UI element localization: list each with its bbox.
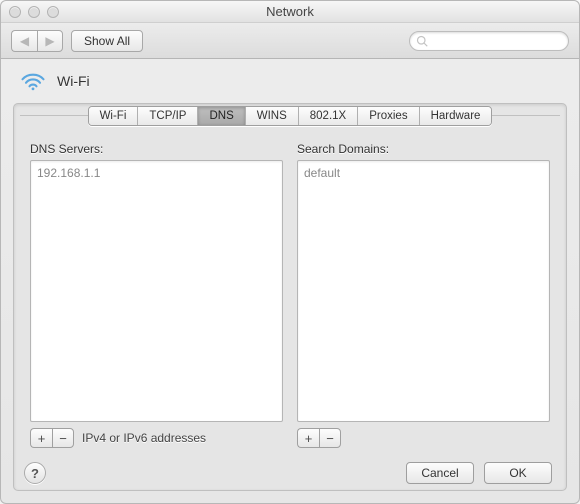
tab-wifi[interactable]: Wi-Fi (89, 107, 139, 125)
ok-label: OK (509, 466, 526, 480)
dns-servers-column: DNS Servers: 192.168.1.1 + − IPv4 or IPv… (30, 142, 283, 448)
cancel-label: Cancel (421, 466, 458, 480)
search-domains-addremove: + − (297, 428, 341, 448)
settings-panel: Wi-Fi TCP/IP DNS WINS 802.1X Proxies Har… (13, 103, 567, 491)
add-search-domain-button[interactable]: + (297, 428, 319, 448)
minus-icon: − (59, 432, 67, 445)
tab-label: DNS (209, 110, 233, 122)
tab-dns[interactable]: DNS (198, 107, 245, 125)
show-all-button[interactable]: Show All (71, 30, 143, 52)
interface-header: Wi-Fi (1, 59, 579, 97)
tabs: Wi-Fi TCP/IP DNS WINS 802.1X Proxies Har… (88, 106, 493, 126)
dns-tab-content: DNS Servers: 192.168.1.1 + − IPv4 or IPv… (14, 126, 566, 456)
remove-dns-server-button[interactable]: − (52, 428, 74, 448)
search-domains-list[interactable]: default (297, 160, 550, 422)
forward-button[interactable]: ▶ (37, 30, 63, 52)
dns-servers-hint: IPv4 or IPv6 addresses (82, 431, 206, 445)
remove-search-domain-button[interactable]: − (319, 428, 341, 448)
cancel-button[interactable]: Cancel (406, 462, 474, 484)
add-dns-server-button[interactable]: + (30, 428, 52, 448)
dns-servers-list[interactable]: 192.168.1.1 (30, 160, 283, 422)
tab-label: Hardware (431, 110, 481, 122)
tabs-bar: Wi-Fi TCP/IP DNS WINS 802.1X Proxies Har… (14, 104, 566, 126)
search-domains-column: Search Domains: default + − (297, 142, 550, 448)
search-domains-label: Search Domains: (297, 142, 550, 156)
interface-name: Wi-Fi (57, 73, 90, 89)
panel-bottom-bar: ? Cancel OK (14, 456, 566, 490)
list-item[interactable]: 192.168.1.1 (37, 165, 276, 181)
tab-proxies[interactable]: Proxies (358, 107, 419, 125)
action-buttons: Cancel OK (406, 462, 552, 484)
plus-icon: + (38, 432, 46, 445)
help-icon: ? (31, 466, 39, 481)
search-icon (416, 35, 428, 47)
titlebar: Network (1, 1, 579, 23)
toolbar: ◀ ▶ Show All (1, 23, 579, 59)
show-all-label: Show All (84, 34, 130, 48)
tab-8021x[interactable]: 802.1X (299, 107, 358, 125)
minus-icon: − (326, 432, 334, 445)
ok-button[interactable]: OK (484, 462, 552, 484)
tab-label: Proxies (369, 110, 407, 122)
back-button[interactable]: ◀ (11, 30, 37, 52)
window-title: Network (1, 4, 579, 19)
search-field[interactable] (409, 31, 569, 51)
tab-tcpip[interactable]: TCP/IP (138, 107, 198, 125)
search-domains-footer: + − (297, 422, 550, 448)
tab-hardware[interactable]: Hardware (420, 107, 492, 125)
preferences-window: Network ◀ ▶ Show All Wi-Fi (0, 0, 580, 504)
plus-icon: + (305, 432, 313, 445)
tab-label: 802.1X (310, 110, 346, 122)
dns-servers-addremove: + − (30, 428, 74, 448)
list-item[interactable]: default (304, 165, 543, 181)
tab-wins[interactable]: WINS (246, 107, 299, 125)
wifi-icon (19, 69, 47, 93)
nav-segment: ◀ ▶ (11, 30, 63, 52)
back-icon: ◀ (20, 34, 29, 48)
dns-servers-footer: + − IPv4 or IPv6 addresses (30, 422, 283, 448)
forward-icon: ▶ (45, 34, 54, 48)
help-button[interactable]: ? (24, 462, 46, 484)
tab-label: WINS (257, 110, 287, 122)
tab-label: TCP/IP (149, 110, 186, 122)
dns-servers-label: DNS Servers: (30, 142, 283, 156)
tab-label: Wi-Fi (100, 110, 127, 122)
